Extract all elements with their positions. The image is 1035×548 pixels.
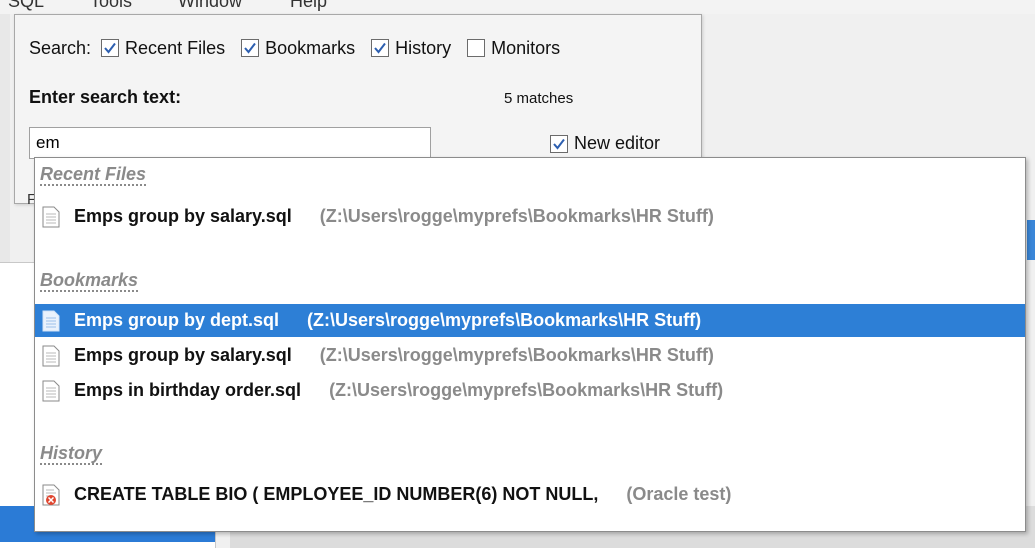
result-row[interactable]: Emps group by salary.sql (Z:\Users\rogge… [35, 200, 1025, 233]
history-checkbox[interactable]: History [371, 38, 451, 59]
menu-item-sql[interactable]: SQL [8, 0, 44, 12]
menu-item-tools[interactable]: Tools [90, 0, 132, 12]
result-name: Emps group by salary.sql [74, 206, 292, 226]
new-editor-checkbox[interactable]: New editor [550, 133, 660, 154]
menu-item-window[interactable]: Window [178, 0, 242, 12]
document-icon [42, 345, 60, 366]
checkmark-icon [553, 138, 565, 150]
result-path: (Oracle test) [626, 484, 732, 504]
document-icon [42, 206, 60, 227]
search-text-label: Enter search text: [29, 87, 182, 107]
history-header: History [40, 443, 103, 465]
checkmark-icon [244, 42, 256, 54]
checkbox-box[interactable] [550, 134, 568, 153]
result-row-selected[interactable]: Emps group by dept.sql (Z:\Users\rogge\m… [35, 304, 1025, 337]
checkbox-box[interactable] [241, 39, 260, 57]
recent-files-header: Recent Files [40, 164, 147, 186]
bookmarks-checkbox[interactable]: Bookmarks [241, 38, 355, 59]
checkbox-box[interactable] [371, 39, 390, 57]
monitors-label: Monitors [491, 37, 561, 58]
search-input[interactable] [29, 127, 431, 159]
checkbox-box[interactable] [101, 39, 120, 57]
result-row[interactable]: Emps in birthday order.sql (Z:\Users\rog… [35, 374, 1025, 407]
result-name: Emps group by salary.sql [74, 345, 292, 365]
history-label: History [395, 37, 452, 58]
result-row[interactable]: CREATE TABLE BIO ( EMPLOYEE_ID NUMBER(6)… [35, 478, 1025, 511]
sql-error-icon [42, 484, 60, 505]
result-path: (Z:\Users\rogge\myprefs\Bookmarks\HR Stu… [319, 345, 714, 365]
result-name: Emps in birthday order.sql [74, 380, 302, 400]
match-count: 5 matches [504, 90, 574, 107]
checkmark-icon [374, 42, 386, 54]
menu-bar: SQL Tools Window Help [0, 0, 1035, 14]
checkbox-box[interactable] [467, 39, 486, 57]
background-scroll-indicator [1027, 220, 1035, 260]
bookmarks-label: Bookmarks [265, 37, 356, 58]
new-editor-label: New editor [574, 133, 661, 153]
document-icon [42, 310, 60, 331]
result-path: (Z:\Users\rogge\myprefs\Bookmarks\HR Stu… [319, 206, 714, 226]
search-scope-row: Search: Recent Files Bookmarks History M… [29, 35, 576, 61]
result-path: (Z:\Users\rogge\myprefs\Bookmarks\HR Stu… [307, 310, 702, 330]
result-name: CREATE TABLE BIO ( EMPLOYEE_ID NUMBER(6)… [74, 484, 599, 504]
recent-files-label: Recent Files [125, 37, 226, 58]
document-icon [42, 380, 60, 401]
monitors-checkbox[interactable]: Monitors [467, 38, 560, 59]
checkmark-icon [104, 42, 116, 54]
recent-files-checkbox[interactable]: Recent Files [101, 38, 225, 59]
result-path: (Z:\Users\rogge\myprefs\Bookmarks\HR Stu… [329, 380, 724, 400]
result-name: Emps group by dept.sql [74, 310, 280, 330]
result-row[interactable]: Emps group by salary.sql (Z:\Users\rogge… [35, 339, 1025, 372]
search-scope-label: Search: [29, 37, 92, 58]
menu-item-help[interactable]: Help [290, 0, 327, 12]
bookmarks-header: Bookmarks [40, 270, 139, 292]
search-results-popup: Recent Files Emps group by salary.sql (Z… [34, 157, 1026, 532]
